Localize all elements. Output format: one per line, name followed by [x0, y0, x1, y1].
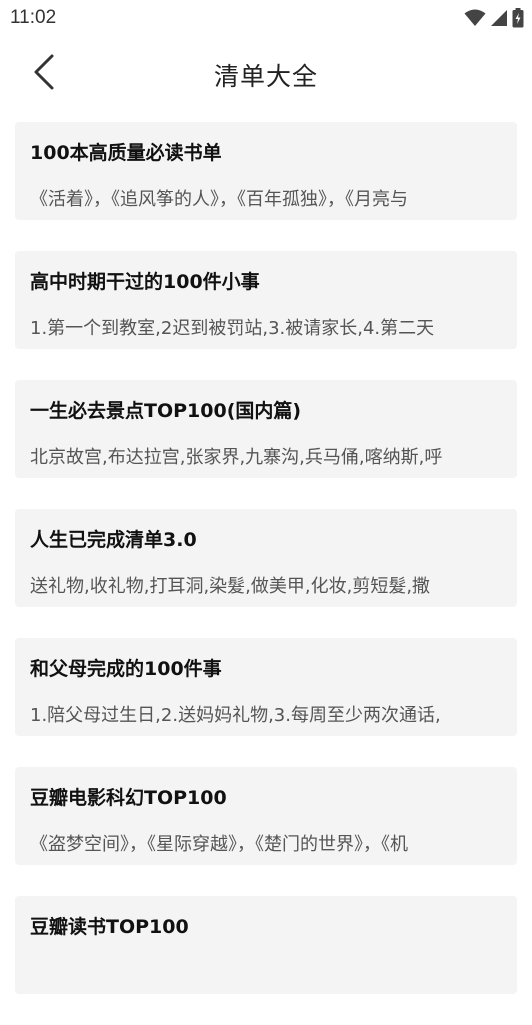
- card-title: 豆瓣读书TOP100: [30, 916, 189, 938]
- card-description: 《盗梦空间》，《星际穿越》，《楚门的世界》，《机: [30, 834, 408, 855]
- status-bar: 11:02: [0, 0, 532, 38]
- card-title: 100本高质量必读书单: [30, 142, 222, 164]
- card-description: 北京故宫,布达拉宫,张家界,九寨沟,兵马俑,喀纳斯,呼: [30, 447, 443, 468]
- cellular-signal-icon: [490, 9, 508, 27]
- card-description: 1.陪父母过生日,2.送妈妈礼物,3.每周至少两次通话,: [30, 705, 441, 726]
- page-title: 清单大全: [213, 62, 318, 91]
- nav-bar: 清单大全: [0, 40, 532, 106]
- card-title: 豆瓣电影科幻TOP100: [30, 787, 227, 809]
- checklist-card[interactable]: 高中时期干过的100件小事 1.第一个到教室,2迟到被罚站,3.被请家长,4.第…: [15, 251, 517, 349]
- checklist-card[interactable]: 和父母完成的100件事 1.陪父母过生日,2.送妈妈礼物,3.每周至少两次通话,: [15, 638, 517, 736]
- status-time: 11:02: [10, 7, 57, 28]
- checklist-list: 100本高质量必读书单 《活着》，《追风筝的人》，《百年孤独》，《月亮与 高中时…: [15, 122, 517, 1025]
- battery-charging-icon: [512, 8, 524, 28]
- checklist-card[interactable]: 人生已完成清单3.0 送礼物,收礼物,打耳洞,染髮,做美甲,化妆,剪短髮,撒: [15, 509, 517, 607]
- card-description: 1.第一个到教室,2迟到被罚站,3.被请家长,4.第二天: [30, 318, 435, 339]
- card-title: 一生必去景点TOP100(国内篇): [30, 400, 302, 422]
- card-title: 高中时期干过的100件小事: [30, 271, 260, 293]
- checklist-card[interactable]: 一生必去景点TOP100(国内篇) 北京故宫,布达拉宫,张家界,九寨沟,兵马俑,…: [15, 380, 517, 478]
- status-icons: [464, 8, 524, 28]
- checklist-card[interactable]: 100本高质量必读书单 《活着》，《追风筝的人》，《百年孤独》，《月亮与: [15, 122, 517, 220]
- card-description: 《活着》，《追风筝的人》，《百年孤独》，《月亮与: [30, 189, 408, 210]
- card-description: [30, 961, 503, 987]
- card-description: 送礼物,收礼物,打耳洞,染髮,做美甲,化妆,剪短髮,撒: [30, 576, 431, 597]
- card-title: 人生已完成清单3.0: [30, 529, 197, 551]
- wifi-icon: [464, 9, 486, 27]
- checklist-card[interactable]: 豆瓣读书TOP100: [15, 896, 517, 994]
- checklist-card[interactable]: 豆瓣电影科幻TOP100 《盗梦空间》，《星际穿越》，《楚门的世界》，《机: [15, 767, 517, 865]
- card-title: 和父母完成的100件事: [30, 658, 222, 680]
